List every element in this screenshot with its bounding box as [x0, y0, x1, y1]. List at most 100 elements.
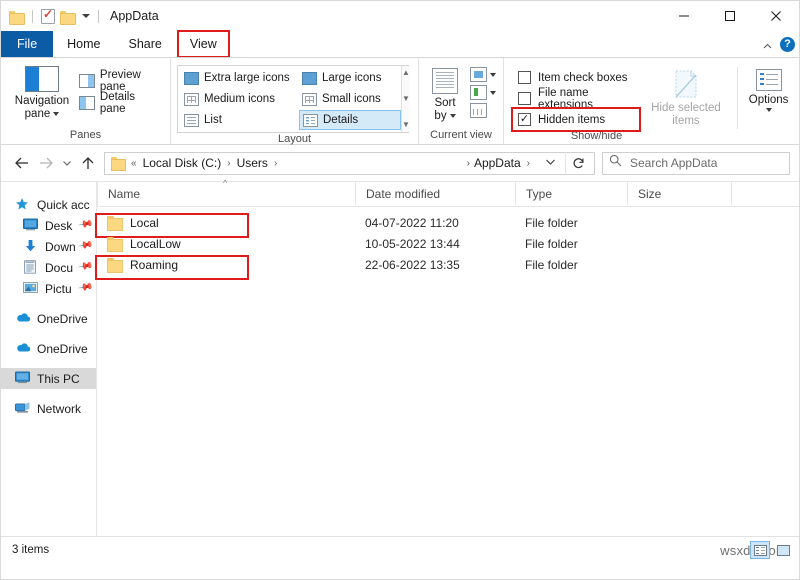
sidebar-item-this-pc[interactable]: This PC — [1, 368, 96, 389]
search-box[interactable]: Search AppData — [602, 152, 790, 175]
layout-small-icons[interactable]: Small icons — [299, 89, 401, 109]
search-input[interactable]: Search AppData — [630, 156, 717, 170]
group-by-icon — [470, 67, 487, 82]
large-icons-view-toggle[interactable] — [773, 541, 793, 559]
help-icon[interactable]: ? — [780, 37, 795, 52]
close-button[interactable] — [753, 1, 799, 31]
hide-selected-label-1: Hide selected — [651, 102, 721, 115]
tab-view[interactable]: View — [176, 31, 231, 57]
breadcrumb-sep-3: › — [467, 158, 470, 169]
sidebar-item-onedrive-2[interactable]: OneDrive — [1, 338, 96, 359]
sidebar-item-downloads[interactable]: Down 📌 — [1, 236, 96, 257]
scroll-up-icon[interactable]: ▲ — [402, 69, 410, 77]
ribbon-group-show-hide: Item check boxes File name extensions ✓ … — [504, 58, 799, 144]
column-header-date-modified[interactable]: Date modified — [355, 182, 515, 207]
tab-file[interactable]: File — [1, 31, 53, 57]
sidebar-item-documents[interactable]: Docu 📌 — [1, 257, 96, 278]
chevron-down-icon[interactable] — [450, 114, 456, 118]
breadcrumb-local-disk[interactable]: Local Disk (C:) — [143, 156, 222, 170]
file-name-extensions-checkbox[interactable] — [518, 92, 531, 105]
row-name-cell[interactable]: Local — [97, 216, 355, 230]
hide-selected-label-2: items — [672, 115, 699, 128]
tab-share[interactable]: Share — [115, 31, 176, 57]
properties-icon[interactable] — [41, 9, 55, 24]
file-name-extensions-row[interactable]: File name extensions — [514, 88, 635, 109]
options-button[interactable]: Options — [737, 67, 793, 129]
chevron-down-icon[interactable] — [53, 112, 59, 116]
table-row[interactable]: LocalLow 10-05-2022 13:44 File folder — [97, 233, 799, 254]
address-bar-row: « Local Disk (C:) › Users › › AppData › … — [1, 145, 799, 181]
add-columns-button[interactable] — [470, 85, 496, 100]
chevron-down-icon[interactable] — [490, 73, 496, 77]
sidebar-item-quick-access[interactable]: Quick acc — [1, 194, 96, 215]
refresh-button[interactable] — [565, 152, 591, 175]
layout-item-label: List — [204, 114, 222, 126]
collapse-ribbon-icon[interactable] — [762, 39, 772, 49]
breadcrumb-users[interactable]: Users — [237, 156, 268, 170]
status-bar: 3 items wsxdn.com — [1, 536, 799, 563]
preview-pane-label: Preview pane — [100, 69, 162, 93]
folder-icon[interactable] — [9, 10, 24, 23]
minimize-button[interactable] — [661, 1, 707, 31]
sort-by-label-2-text: by — [434, 110, 446, 122]
breadcrumb-appdata[interactable]: AppData — [474, 156, 521, 170]
new-folder-icon[interactable] — [60, 10, 75, 23]
layout-item-label: Details — [323, 114, 358, 126]
layout-large-icons[interactable]: Large icons — [299, 68, 401, 88]
layout-extra-large-icons[interactable]: Extra large icons — [181, 68, 299, 88]
group-by-button[interactable] — [470, 67, 496, 82]
item-check-boxes-row[interactable]: Item check boxes — [514, 67, 635, 88]
hide-selected-items-button[interactable]: Hide selected items — [649, 67, 724, 128]
sidebar-item-onedrive-1[interactable]: OneDrive — [1, 308, 96, 329]
details-view-icon — [303, 114, 318, 127]
navigation-pane-label-2-text: pane — [25, 108, 51, 120]
column-header-size[interactable]: Size — [627, 182, 731, 207]
chevron-down-icon[interactable] — [766, 108, 772, 112]
qat-dropdown-icon[interactable] — [82, 14, 90, 18]
recent-locations-button[interactable] — [58, 150, 76, 176]
details-pane-button[interactable]: Details pane — [77, 92, 164, 114]
sidebar-item-desktop[interactable]: Desk 📌 — [1, 215, 96, 236]
address-dropdown-icon[interactable] — [536, 158, 565, 169]
sort-by-button[interactable]: Sort by — [425, 66, 465, 123]
ribbon: Navigation pane Preview pane Details pan… — [1, 57, 799, 145]
layout-item-label: Large icons — [322, 72, 381, 84]
layout-group-label: Layout — [171, 133, 418, 148]
table-row[interactable]: Roaming 22-06-2022 13:35 File folder — [97, 254, 799, 275]
column-header-type[interactable]: Type — [515, 182, 627, 207]
maximize-button[interactable] — [707, 1, 753, 31]
scroll-down-icon[interactable]: ▼ — [402, 95, 410, 103]
up-button[interactable] — [76, 150, 100, 176]
sidebar-item-network[interactable]: Network — [1, 398, 96, 419]
gallery-expand-icon[interactable]: ▼ — [402, 121, 410, 129]
sidebar-label: Desk — [45, 219, 72, 233]
navigation-pane-button[interactable]: Navigation pane — [7, 64, 77, 121]
table-row[interactable]: Local 04-07-2022 11:20 File folder — [97, 212, 799, 233]
file-name: Local — [130, 216, 159, 230]
hidden-items-checkbox[interactable]: ✓ — [518, 113, 531, 126]
details-view-toggle[interactable] — [750, 541, 770, 559]
chevron-down-icon[interactable] — [490, 91, 496, 95]
sidebar-label: Network — [37, 402, 81, 416]
hidden-items-row[interactable]: ✓ Hidden items — [514, 109, 635, 130]
navigation-pane-label-2: pane — [25, 108, 60, 121]
layout-medium-icons[interactable]: Medium icons — [181, 89, 299, 109]
layout-gallery-scrollbar[interactable]: ▲ ▼ ▼ — [401, 66, 410, 132]
sort-indicator-icon: ^ — [223, 178, 227, 188]
breadcrumb-overflow[interactable]: « — [131, 158, 137, 169]
preview-pane-button[interactable]: Preview pane — [77, 70, 164, 92]
address-bar[interactable]: « Local Disk (C:) › Users › › AppData › — [104, 152, 595, 175]
layout-details[interactable]: Details — [299, 110, 401, 130]
layout-item-label: Small icons — [322, 93, 381, 105]
tab-home[interactable]: Home — [53, 31, 114, 57]
row-name-cell[interactable]: Roaming — [97, 258, 355, 272]
back-button[interactable] — [10, 150, 34, 176]
sort-by-icon — [432, 68, 458, 94]
layout-gallery[interactable]: Extra large icons Large icons Medium ico… — [177, 65, 409, 133]
size-all-columns-button[interactable] — [470, 103, 496, 118]
item-check-boxes-checkbox[interactable] — [518, 71, 531, 84]
sidebar-item-pictures[interactable]: Pictu 📌 — [1, 278, 96, 299]
forward-button[interactable] — [34, 150, 58, 176]
layout-list[interactable]: List — [181, 110, 299, 130]
row-name-cell[interactable]: LocalLow — [97, 237, 355, 251]
